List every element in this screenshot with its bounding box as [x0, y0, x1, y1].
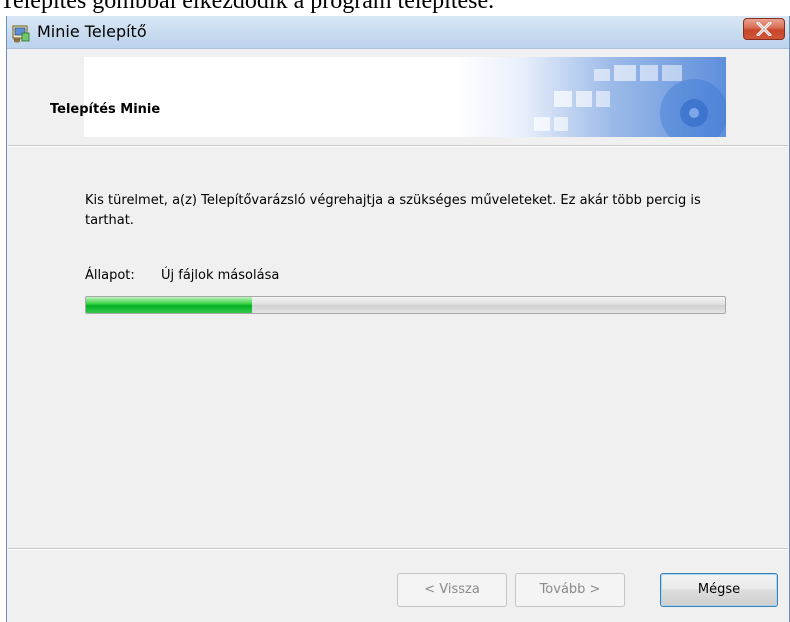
installer-window: Minie Telepítő Telepítés Minie Kis türel…	[6, 16, 790, 622]
back-button[interactable]: < Vissza	[397, 573, 507, 607]
banner-title: Telepítés Minie	[50, 102, 161, 117]
footer-divider	[8, 548, 788, 550]
banner-graphic	[84, 57, 726, 137]
header-divider	[8, 145, 788, 147]
window-title: Minie Telepítő	[37, 22, 147, 41]
status-value: Új fájlok másolása	[161, 268, 280, 283]
next-button[interactable]: Tovább >	[515, 573, 625, 607]
header-banner: Telepítés Minie	[8, 49, 788, 145]
progress-bar-fill	[86, 297, 253, 313]
cancel-button[interactable]: Mégse	[660, 573, 778, 607]
progress-bar	[85, 296, 726, 314]
title-bar[interactable]: Minie Telepítő	[7, 16, 789, 49]
close-button[interactable]	[743, 18, 785, 40]
status-label: Állapot:	[85, 268, 135, 283]
installer-icon	[11, 23, 31, 43]
close-icon	[756, 22, 772, 36]
progress-message: Kis türelmet, a(z) Telepítővarázsló végr…	[85, 193, 701, 228]
caption-text: Telepítés gombbal elkezdődik a program t…	[0, 0, 495, 14]
